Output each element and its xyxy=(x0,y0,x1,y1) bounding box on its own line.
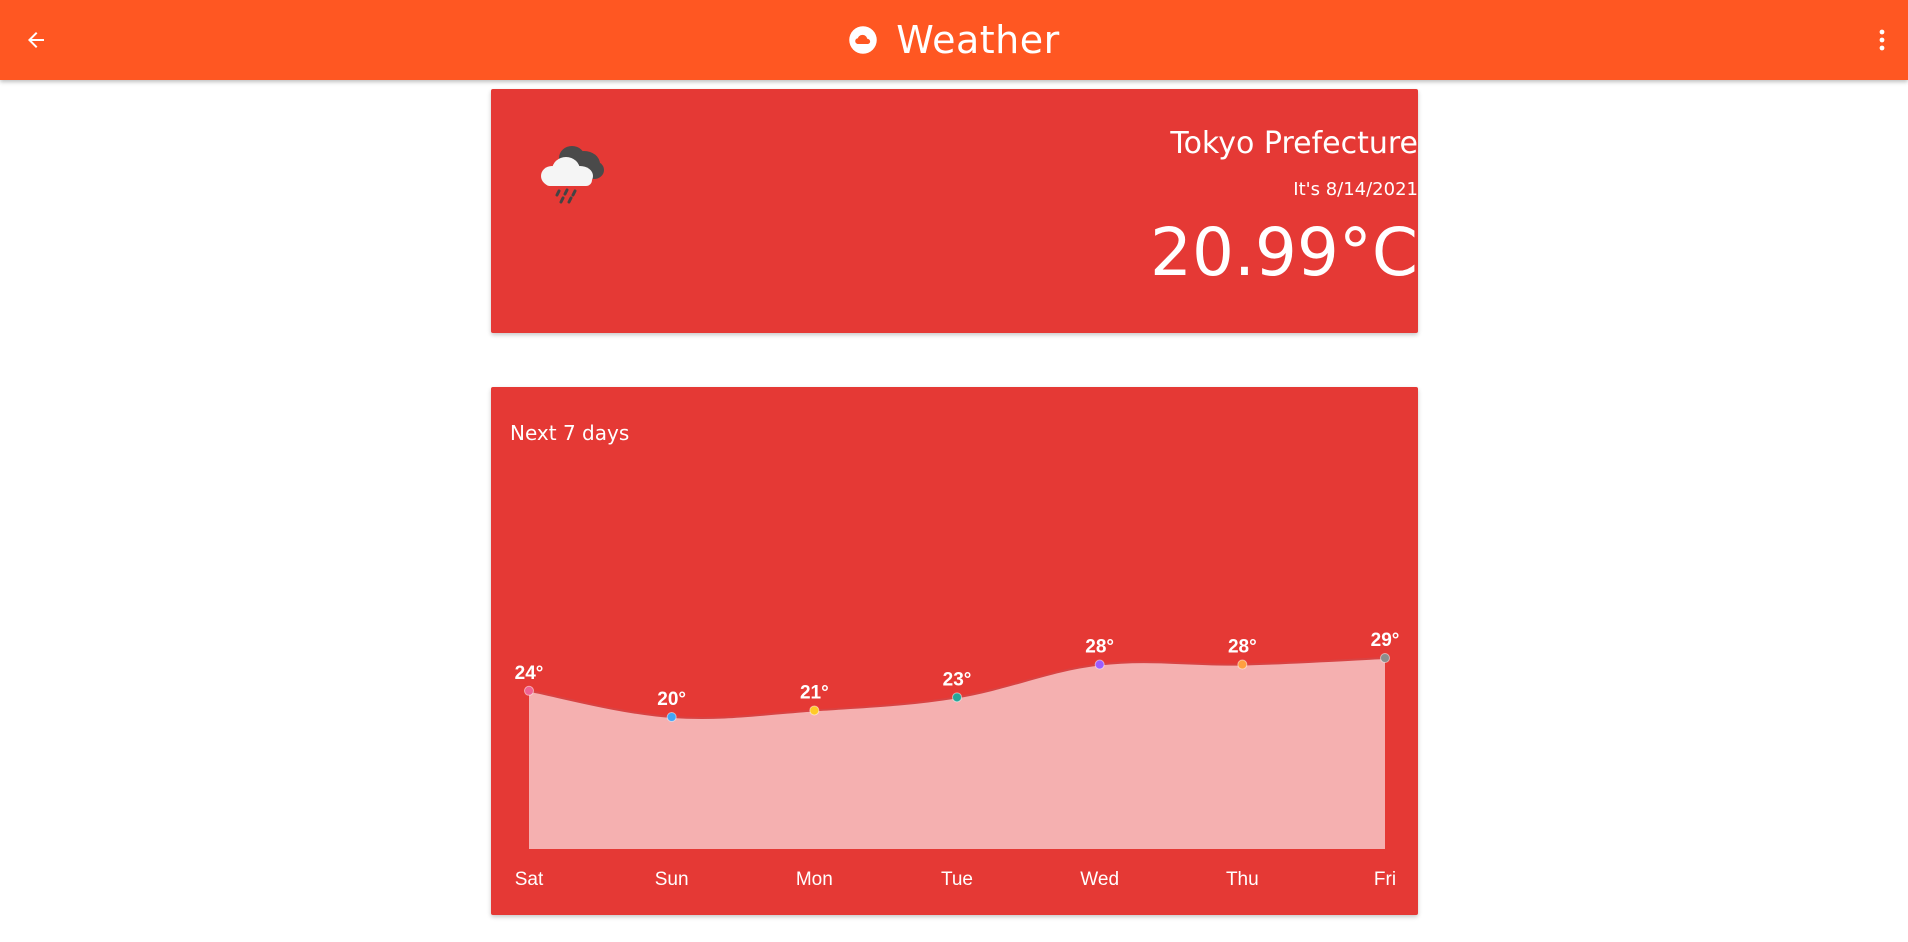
current-date: It's 8/14/2021 xyxy=(1293,179,1418,200)
chart-x-tick-sun: Sun xyxy=(655,869,689,890)
chart-x-tick-tue: Tue xyxy=(941,869,973,890)
more-vert-icon xyxy=(1879,29,1885,51)
app-title-group: Weather xyxy=(0,0,1908,80)
chart-point-wed[interactable] xyxy=(1094,659,1105,670)
location-name: Tokyo Prefecture xyxy=(1170,126,1418,161)
chart-point-sat[interactable] xyxy=(524,685,534,696)
chart-data-label-tue: 23° xyxy=(943,669,972,690)
chart-x-tick-wed: Wed xyxy=(1080,869,1119,890)
app-title: Weather xyxy=(896,18,1060,62)
chart-point-sun[interactable] xyxy=(666,712,677,722)
chart-data-label-sun: 20° xyxy=(657,689,686,710)
chart-x-tick-thu: Thu xyxy=(1226,869,1259,890)
chart-x-tick-mon: Mon xyxy=(796,869,833,890)
app-bar: Weather xyxy=(0,0,1908,80)
chart-data-label-wed: 28° xyxy=(1085,637,1114,658)
chart-data-label-sat: 24° xyxy=(515,663,544,684)
cloud-icon xyxy=(849,26,877,54)
chart-data-label-mon: 21° xyxy=(800,682,829,703)
chart-point-tue[interactable] xyxy=(952,692,962,703)
current-temperature: 20.99°C xyxy=(1149,214,1418,291)
rain-cloud-icon xyxy=(541,146,604,204)
chart-data-label-fri: 29° xyxy=(1371,630,1400,651)
chart-x-tick-sat: Sat xyxy=(515,869,544,890)
more-options-button[interactable] xyxy=(1870,20,1894,60)
chart-point-thu[interactable] xyxy=(1237,659,1248,670)
chart-point-mon[interactable] xyxy=(809,705,820,716)
chart-x-tick-fri: Fri xyxy=(1374,869,1396,890)
forecast-chart: 24° Sat 20° Sun 21° Mon 23° Tue 28° Wed 28° Thu 29° F… xyxy=(515,630,1400,890)
chart-data-label-thu: 28° xyxy=(1228,637,1257,658)
chart-point-fri[interactable] xyxy=(1380,653,1390,663)
